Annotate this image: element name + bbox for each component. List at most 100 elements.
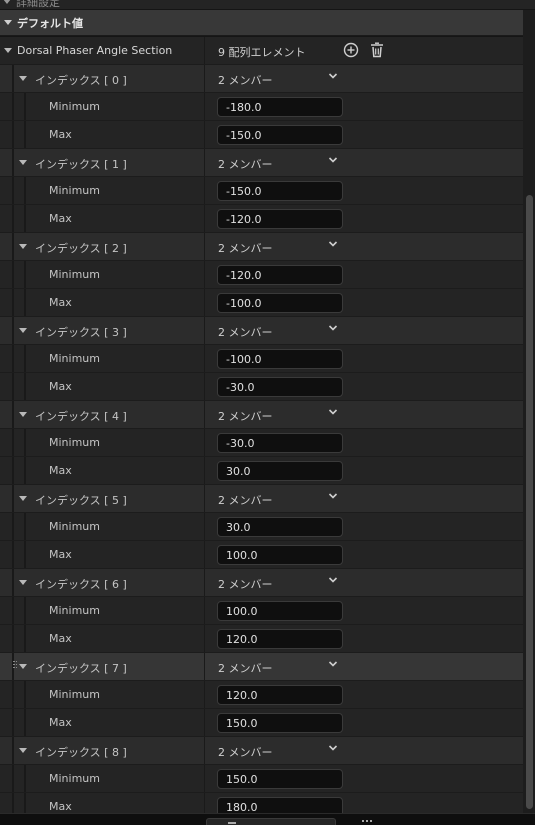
drag-handle-icon[interactable] — [13, 661, 17, 673]
minimum-label: Minimum — [49, 520, 100, 533]
minimum-label: Minimum — [49, 352, 100, 365]
chevron-down-icon[interactable] — [328, 407, 338, 417]
minimum-input[interactable]: -180.0 — [217, 97, 343, 117]
indent-guide — [24, 597, 26, 624]
indent-guide — [12, 485, 14, 512]
array-element-row[interactable]: インデックス [ 2 ] 2 メンバー — [0, 233, 523, 261]
element-index-label: インデックス [ 0 ] — [35, 74, 127, 87]
indent-guide — [12, 65, 14, 92]
indent-guide — [24, 541, 26, 568]
bottom-panel-strip — [0, 813, 535, 825]
max-input[interactable]: -100.0 — [217, 293, 343, 313]
indent-guide — [12, 317, 14, 344]
trash-icon[interactable] — [369, 42, 385, 58]
minimum-input[interactable]: -150.0 — [217, 181, 343, 201]
plus-circle-icon[interactable] — [343, 42, 359, 58]
array-element-row[interactable]: インデックス [ 4 ] 2 メンバー — [0, 401, 523, 429]
indent-guide — [24, 205, 26, 232]
element-index-label: インデックス [ 2 ] — [35, 242, 127, 255]
array-elements: インデックス [ 0 ] 2 メンバー Minimum -180.0 Max -150.0… — [0, 65, 523, 821]
top-collapsed-section[interactable]: 詳細設定 — [0, 0, 535, 10]
indent-guide — [24, 93, 26, 120]
minimum-row: Minimum -30.0 — [0, 429, 523, 457]
element-index-label: インデックス [ 3 ] — [35, 326, 127, 339]
chevron-down-icon[interactable] — [328, 155, 338, 165]
max-input[interactable]: -120.0 — [217, 209, 343, 229]
array-element-row[interactable]: インデックス [ 0 ] 2 メンバー — [0, 65, 523, 93]
minimum-input[interactable]: 30.0 — [217, 517, 343, 537]
minimum-input[interactable]: 100.0 — [217, 601, 343, 621]
triangle-down-icon[interactable] — [19, 244, 27, 249]
max-input[interactable]: 30.0 — [217, 461, 343, 481]
indent-guide — [24, 709, 26, 736]
minimum-input[interactable]: -100.0 — [217, 349, 343, 369]
indent-guide — [12, 569, 14, 596]
triangle-down-icon[interactable] — [19, 748, 27, 753]
chevron-down-icon[interactable] — [328, 239, 338, 249]
bottom-tab[interactable] — [206, 818, 336, 825]
array-element-row[interactable]: インデックス [ 3 ] 2 メンバー — [0, 317, 523, 345]
max-label: Max — [49, 716, 72, 729]
triangle-down-icon[interactable] — [19, 160, 27, 165]
triangle-down-icon[interactable] — [4, 48, 12, 53]
array-element-row[interactable]: インデックス [ 8 ] 2 メンバー — [0, 737, 523, 765]
chevron-down-icon[interactable] — [328, 323, 338, 333]
minimum-input[interactable]: 120.0 — [217, 685, 343, 705]
minimum-row: Minimum 100.0 — [0, 597, 523, 625]
minimum-input[interactable]: 150.0 — [217, 769, 343, 789]
scrollbar-thumb[interactable] — [526, 195, 533, 809]
indent-guide — [12, 345, 14, 372]
indent-guide — [12, 765, 14, 792]
max-input[interactable]: 150.0 — [217, 713, 343, 733]
chevron-down-icon[interactable] — [328, 71, 338, 81]
triangle-down-icon[interactable] — [19, 496, 27, 501]
chevron-down-icon[interactable] — [328, 659, 338, 669]
triangle-down-icon[interactable] — [19, 580, 27, 585]
minimum-row: Minimum 30.0 — [0, 513, 523, 541]
max-input[interactable]: -30.0 — [217, 377, 343, 397]
triangle-down-icon[interactable] — [19, 664, 27, 669]
max-label: Max — [49, 380, 72, 393]
array-element-row[interactable]: インデックス [ 5 ] 2 メンバー — [0, 485, 523, 513]
chevron-down-icon[interactable] — [328, 491, 338, 501]
max-input[interactable]: -150.0 — [217, 125, 343, 145]
max-label: Max — [49, 212, 72, 225]
minimum-input[interactable]: -120.0 — [217, 265, 343, 285]
element-index-label: インデックス [ 5 ] — [35, 494, 127, 507]
indent-guide — [24, 373, 26, 400]
triangle-down-icon[interactable] — [19, 328, 27, 333]
max-row: Max 30.0 — [0, 457, 523, 485]
member-count: 2 メンバー — [218, 410, 273, 423]
indent-guide — [12, 149, 14, 176]
chevron-down-icon[interactable] — [328, 575, 338, 585]
indent-guide — [12, 373, 14, 400]
triangle-down-icon[interactable] — [19, 76, 27, 81]
indent-guide — [12, 597, 14, 624]
indent-guide — [12, 121, 14, 148]
triangle-down-icon[interactable] — [19, 412, 27, 417]
indent-guide — [12, 233, 14, 260]
member-count: 2 メンバー — [218, 578, 273, 591]
indent-guide — [12, 205, 14, 232]
triangle-down-icon — [4, 20, 12, 25]
chevron-down-icon[interactable] — [328, 743, 338, 753]
max-row: Max -100.0 — [0, 289, 523, 317]
max-row: Max -150.0 — [0, 121, 523, 149]
indent-guide — [12, 513, 14, 540]
indent-guide — [24, 625, 26, 652]
max-input[interactable]: 120.0 — [217, 629, 343, 649]
minimum-input[interactable]: -30.0 — [217, 433, 343, 453]
category-header-defaults[interactable]: デフォルト値 — [0, 10, 523, 36]
element-index-label: インデックス [ 6 ] — [35, 578, 127, 591]
indent-guide — [12, 401, 14, 428]
indent-guide — [12, 289, 14, 316]
array-property-row[interactable]: Dorsal Phaser Angle Section 9 配列エレメント — [0, 37, 523, 65]
array-element-row[interactable]: インデックス [ 6 ] 2 メンバー — [0, 569, 523, 597]
indent-guide — [12, 429, 14, 456]
minimum-row: Minimum -100.0 — [0, 345, 523, 373]
array-element-row[interactable]: インデックス [ 7 ] 2 メンバー — [0, 653, 523, 681]
max-input[interactable]: 100.0 — [217, 545, 343, 565]
indent-guide — [24, 345, 26, 372]
array-element-row[interactable]: インデックス [ 1 ] 2 メンバー — [0, 149, 523, 177]
minimum-label: Minimum — [49, 268, 100, 281]
